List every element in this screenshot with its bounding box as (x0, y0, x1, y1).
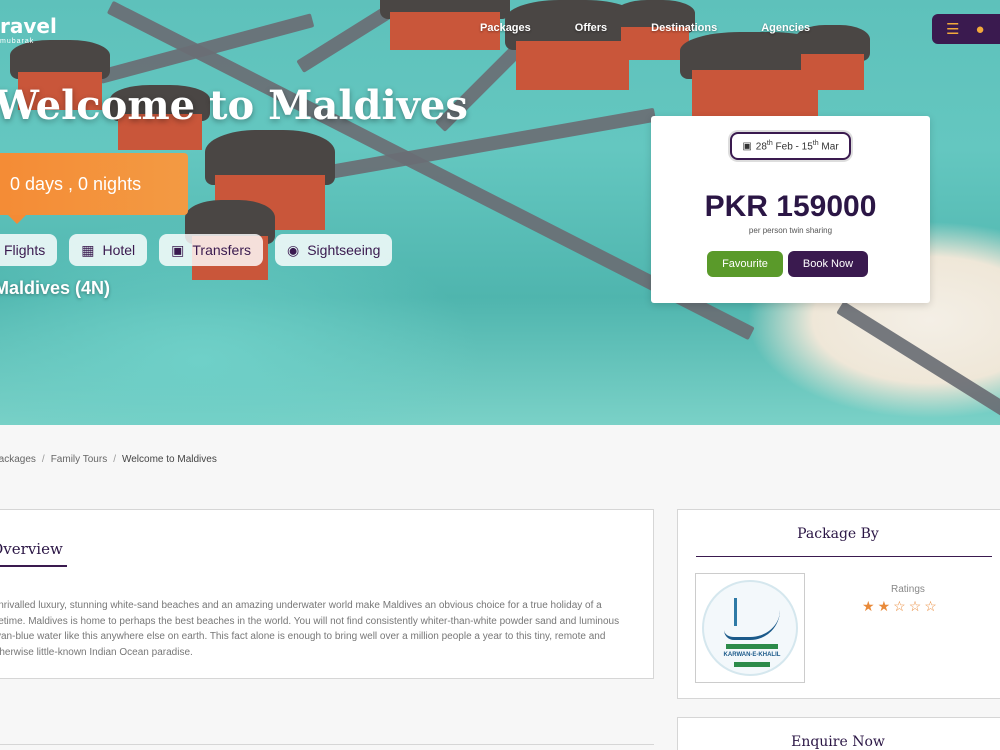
breadcrumb-packages[interactable]: Packages (0, 454, 36, 465)
agency-logo[interactable]: KARWAN-E-KHALIL (695, 573, 805, 683)
enquire-card: Enquire Now (677, 717, 1000, 750)
inclusion-transfers: ▣ Transfers (159, 234, 263, 266)
inclusion-transfers-label: Transfers (192, 242, 251, 258)
inclusion-sightseeing: ◉ Sightseeing (275, 234, 393, 266)
nav-agencies[interactable]: Agencies (761, 22, 810, 34)
breadcrumb-separator: / (113, 454, 116, 465)
inclusion-flights-label: Flights (4, 242, 46, 258)
ratings-label: Ratings (891, 584, 925, 595)
brand-logo[interactable]: ravel mubarak (0, 12, 57, 48)
breadcrumb-current: Welcome to Maldives (121, 454, 217, 465)
brand-tagline: mubarak (0, 38, 35, 45)
overview-text: Unrivalled luxury, stunning white-sand b… (0, 600, 620, 658)
route-label: Maldives (4N) (0, 278, 111, 298)
overview-underline (0, 565, 67, 567)
section-divider (0, 744, 654, 745)
binoculars-icon: ◉ (287, 241, 300, 258)
rating-stars: ★ ★ ☆ ☆ ☆ (862, 598, 937, 615)
date-range-text: 28th Feb - 15th Mar (755, 139, 839, 153)
overview-section: Overview Unrivalled luxury, stunning whi… (0, 509, 654, 679)
package-by-heading: Package By (797, 526, 879, 542)
breadcrumb-separator: / (41, 454, 45, 465)
hero-banner: ravel mubarak Packages Offers Destinatio… (0, 0, 1000, 425)
nav-destinations[interactable]: Destinations (651, 22, 717, 34)
villa (795, 25, 870, 90)
car-icon: ▣ (171, 241, 185, 258)
date-to-month: Mar (821, 141, 839, 153)
package-price: PKR 159000 (704, 190, 877, 223)
inclusion-hotel-label: Hotel (102, 242, 136, 258)
date-from-day: 28 (755, 141, 767, 153)
star-empty-icon: ☆ (908, 598, 922, 614)
menu-pill: ☰ ● (932, 14, 1000, 44)
user-icon[interactable]: ● (975, 22, 984, 37)
inclusion-sightseeing-label: Sightseeing (307, 242, 381, 258)
hotel-icon: ▦ (81, 241, 95, 258)
date-range[interactable]: ▣ 28th Feb - 15th Mar (730, 132, 851, 160)
nav-offers[interactable]: Offers (575, 22, 607, 34)
calendar-icon: ▣ (742, 140, 752, 152)
overview-heading: Overview (0, 540, 63, 558)
package-by-card: Package By KARWAN-E-KHALIL Ratings ★ ★ ☆… (677, 509, 1000, 699)
nav-packages[interactable]: Packages (480, 22, 531, 34)
book-now-button[interactable]: Book Now (788, 251, 868, 277)
agency-logo-emblem: KARWAN-E-KHALIL (702, 580, 798, 676)
price-note: per person twin sharing (748, 226, 833, 235)
jetty (836, 301, 1000, 419)
date-to-sup: th (812, 139, 819, 147)
agency-logo-text: KARWAN-E-KHALIL (723, 652, 781, 658)
star-empty-icon: ☆ (893, 598, 906, 614)
star-filled-icon: ★ (877, 598, 891, 614)
page-title: Welcome to Maldives (0, 82, 468, 129)
top-navigation: Packages Offers Destinations Agencies (480, 22, 854, 34)
hamburger-icon[interactable]: ☰ (946, 22, 959, 37)
star-filled-icon: ★ (862, 598, 875, 614)
date-to-day: 15 (801, 141, 813, 153)
inclusion-flights: Flights (0, 234, 58, 266)
favourite-button[interactable]: Favourite (707, 251, 783, 277)
inclusion-hotel: ▦ Hotel (69, 234, 148, 266)
date-from-sup: th (766, 139, 773, 147)
breadcrumb-family-tours[interactable]: Family Tours (51, 454, 108, 465)
enquire-heading: Enquire Now (791, 734, 885, 750)
brand-name: ravel (0, 14, 57, 38)
inclusions-list: Flights ▦ Hotel ▣ Transfers ◉ Sightseein… (0, 234, 393, 266)
date-from-month: Feb (775, 141, 793, 153)
duration-badge: 0 days , 0 nights (0, 153, 188, 224)
star-empty-icon: ☆ (924, 598, 937, 614)
breadcrumb: Packages / Family Tours / Welcome to Mal… (0, 454, 217, 465)
package-by-divider (696, 556, 992, 557)
price-card: ▣ 28th Feb - 15th Mar PKR 159000 per per… (651, 116, 930, 303)
